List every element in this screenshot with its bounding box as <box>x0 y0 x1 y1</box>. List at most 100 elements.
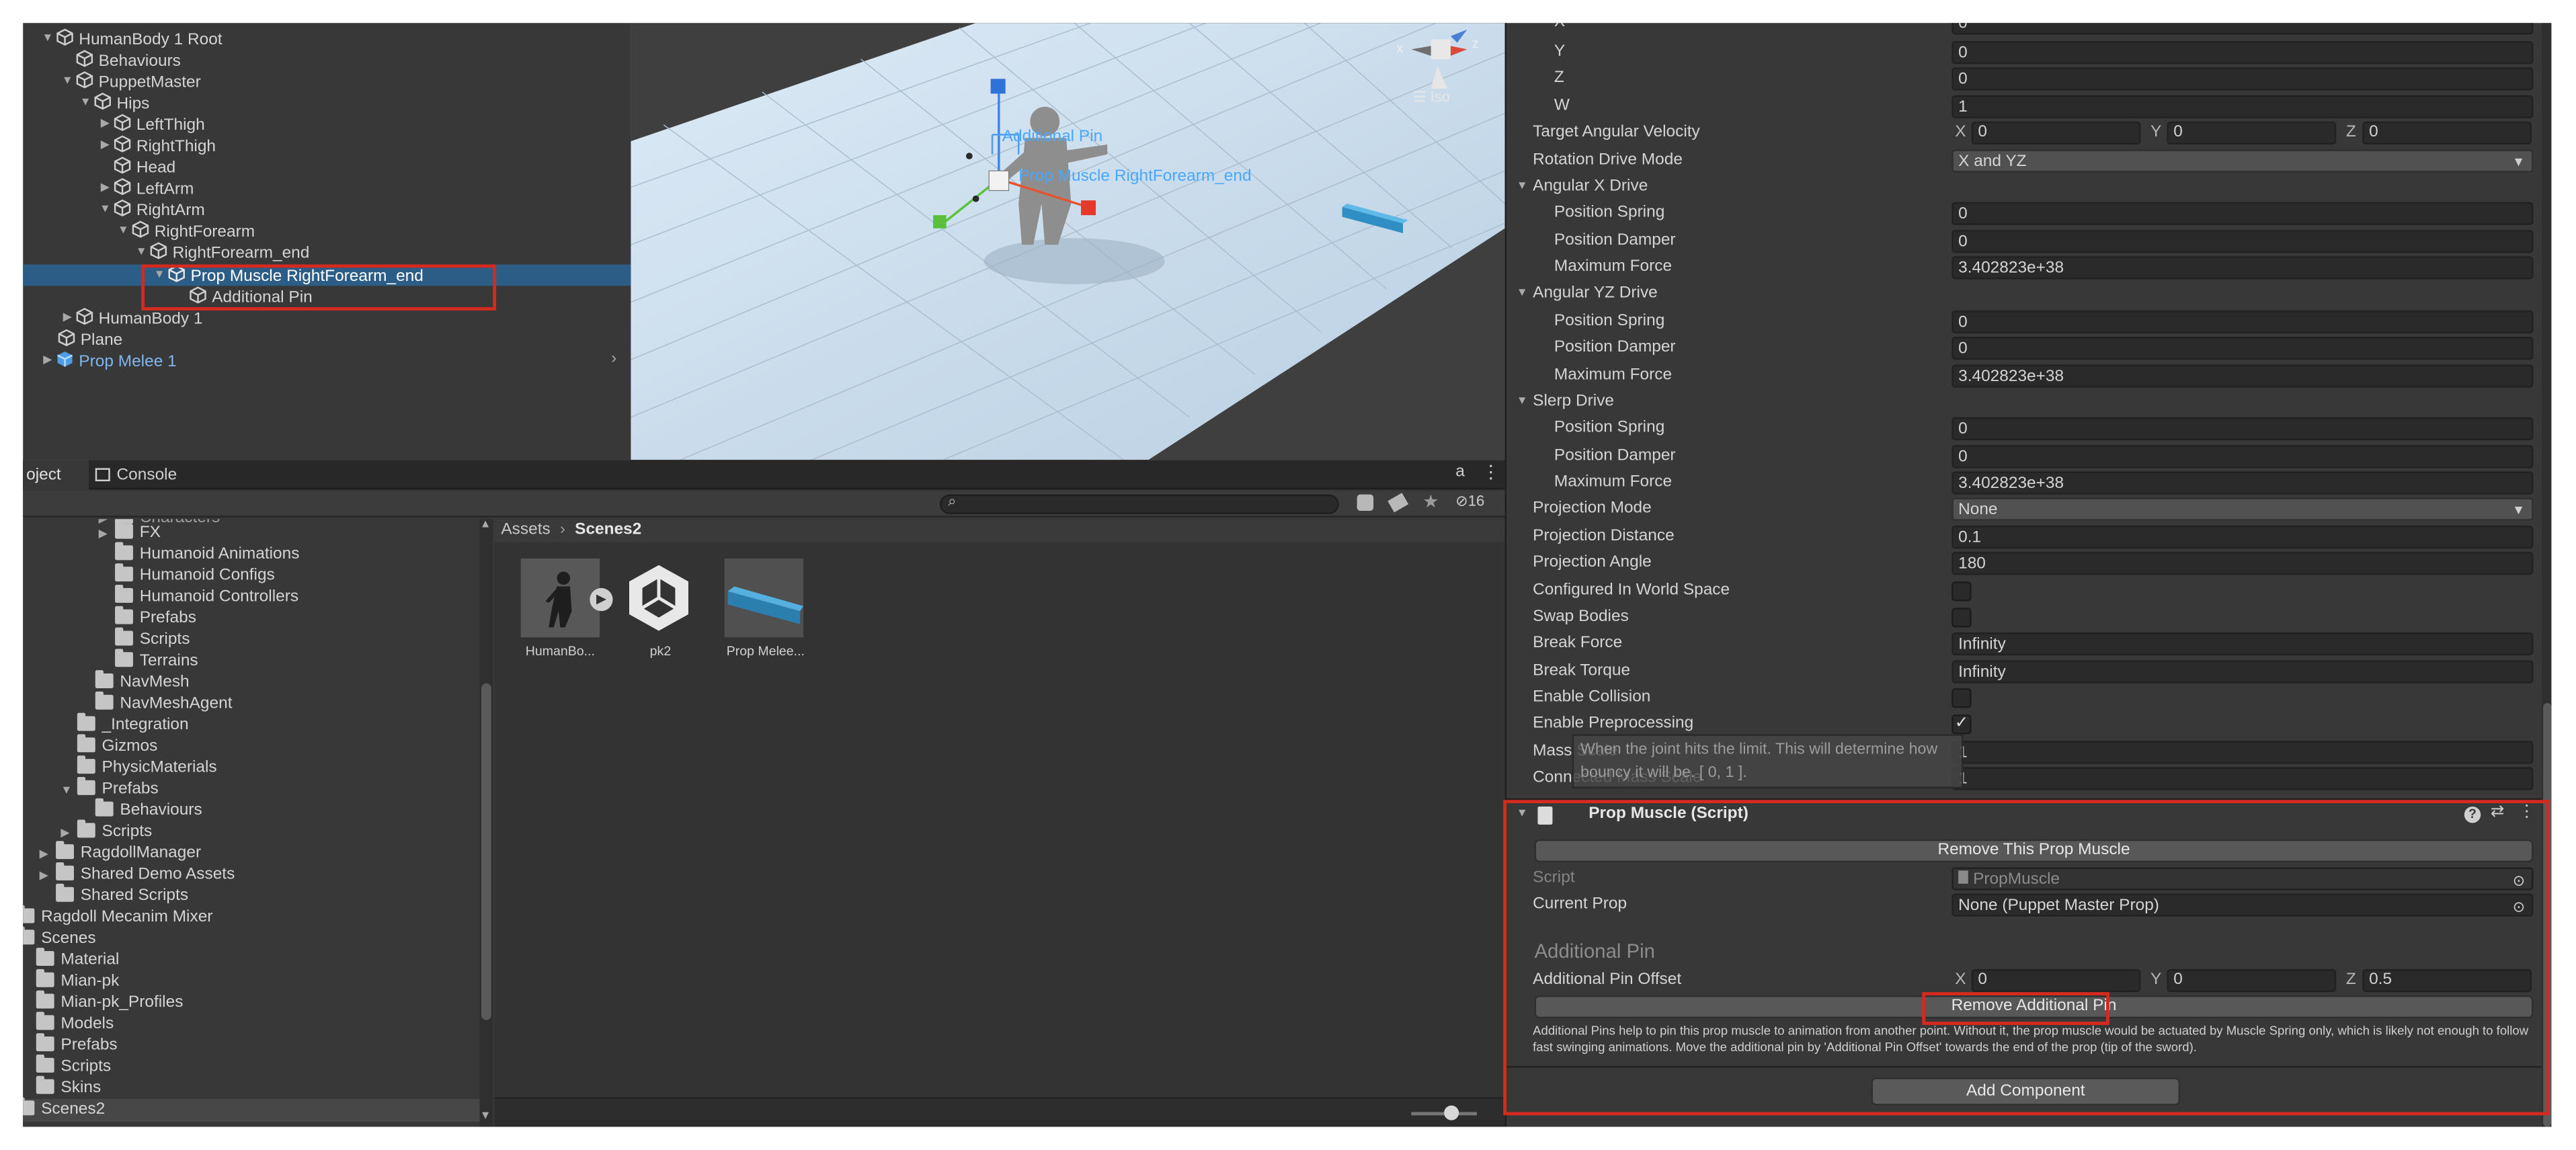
maximum-force-field[interactable]: 3.402823e+38 <box>1951 471 2534 495</box>
projection-mode-dropdown[interactable]: None ▼ <box>1951 497 2534 521</box>
folder-item[interactable]: Shared Scripts <box>56 883 188 908</box>
vector-x[interactable]: X0 <box>1955 121 2141 145</box>
position-damper-field[interactable]: 0 <box>1951 336 2534 360</box>
filter-label-icon[interactable] <box>1387 493 1409 513</box>
vector-y-field[interactable]: 0 <box>2167 121 2337 145</box>
folder-item[interactable]: Terrains <box>115 649 198 673</box>
connected-mass-scale-field[interactable]: 1 <box>1951 767 2534 790</box>
enable-preprocessing-checkbox[interactable]: ✓ <box>1951 714 1972 735</box>
folder-item[interactable]: Mian-pk_Profiles <box>36 990 183 1015</box>
hierarchy-item-rightforearm[interactable]: ▼ RightForearm <box>115 220 255 241</box>
maximum-force-field[interactable]: 3.402823e+38 <box>1951 364 2534 388</box>
folder-item[interactable]: ▶ Scripts <box>61 819 152 844</box>
projection-angle-field[interactable]: 180 <box>1951 552 2534 575</box>
folder-item[interactable]: Models <box>36 1012 114 1036</box>
orientation-gizmo[interactable] <box>1395 23 1494 97</box>
chevron-down-icon[interactable]: ▼ <box>97 199 113 220</box>
chevron-down-icon[interactable]: ▼ <box>1517 389 1528 415</box>
folder-item[interactable]: Gizmos <box>77 734 157 759</box>
folder-item[interactable]: ▶ Shared Demo Assets <box>40 862 235 889</box>
projection-distance-field[interactable]: 0.1 <box>1951 526 2534 549</box>
maximum-force-field[interactable]: 3.402823e+38 <box>1951 256 2534 280</box>
hidden-packages-toggle[interactable]: ⊘16 <box>1455 493 1484 511</box>
folder-item[interactable]: NavMesh <box>95 670 190 695</box>
position-spring-field[interactable]: 0 <box>1951 202 2534 225</box>
vector-z-field[interactable]: 0 <box>2362 121 2532 145</box>
position-spring-field[interactable]: 0 <box>1951 310 2534 334</box>
hierarchy-item-rightthigh[interactable]: ▶ RightThigh <box>97 134 216 156</box>
hierarchy-item-root[interactable]: ▼ HumanBody 1 Root <box>40 28 223 50</box>
breadcrumb-assets[interactable]: Assets <box>501 521 550 539</box>
chevron-right-icon[interactable]: › <box>611 350 616 368</box>
vector-y[interactable]: Y0 <box>2150 121 2337 145</box>
folder-item[interactable]: Behaviours <box>95 798 202 823</box>
angular-x-drive-header[interactable]: ▼ Angular X Drive <box>1506 174 2551 200</box>
folder-item-selected[interactable]: Scenes2 <box>23 1097 105 1122</box>
chevron-down-icon[interactable]: ▼ <box>1517 281 1528 307</box>
swap-bodies-checkbox[interactable] <box>1951 608 1972 628</box>
folder-item[interactable]: Prefabs <box>36 1033 118 1058</box>
folder-item[interactable]: Ragdoll Mecanim Mixer <box>23 905 212 930</box>
configured-in-world-space-checkbox[interactable] <box>1951 581 1972 602</box>
more-options-icon[interactable]: ⋮ <box>1482 462 1500 483</box>
tab-project[interactable]: oject <box>23 460 89 491</box>
quat-y-field[interactable]: 0 <box>1951 41 2534 65</box>
chevron-down-icon[interactable]: ▼ <box>59 71 75 92</box>
scroll-up-icon[interactable]: ▲ <box>480 519 491 530</box>
expand-asset-icon[interactable]: ▶ <box>590 587 613 612</box>
vector-z[interactable]: Z0 <box>2346 121 2532 145</box>
hierarchy-item-head[interactable]: Head <box>114 156 175 177</box>
chevron-right-icon[interactable]: ▶ <box>97 114 113 135</box>
folder-item[interactable]: Prefabs <box>115 606 196 630</box>
scroll-thumb[interactable] <box>481 683 491 1020</box>
mass-scale-field[interactable]: 1 <box>1951 741 2534 764</box>
chevron-down-icon[interactable]: ▼ <box>61 780 77 803</box>
hierarchy-item-rightarm[interactable]: ▼ RightArm <box>97 199 205 220</box>
scroll-down-icon[interactable]: ▼ <box>480 1110 491 1122</box>
hierarchy-item-plane[interactable]: Plane <box>58 329 122 350</box>
hierarchy-item-hips[interactable]: ▼ Hips <box>77 92 149 114</box>
folder-item[interactable]: Humanoid Configs <box>115 563 275 588</box>
folder-item[interactable]: Humanoid Controllers <box>115 585 298 609</box>
folder-tree-scrollbar[interactable]: ▲ ▼ <box>479 519 493 1127</box>
breadcrumb-current[interactable]: Scenes2 <box>575 521 641 539</box>
asset-tile-humanbody[interactable]: HumanBo... <box>520 558 600 677</box>
asset-tile-prop-melee[interactable]: Prop Melee... <box>724 558 807 677</box>
search-input[interactable]: ⌕ <box>939 493 1339 514</box>
favorite-star-icon[interactable]: ★ <box>1422 491 1439 512</box>
break-force-field[interactable]: Infinity <box>1951 632 2534 656</box>
folder-item[interactable]: _Integration <box>77 712 189 737</box>
chevron-down-icon[interactable]: ▼ <box>77 92 93 114</box>
hierarchy-item-puppetmaster[interactable]: ▼ PuppetMaster <box>59 71 201 92</box>
folder-item[interactable]: Skins <box>36 1075 101 1100</box>
quat-w-field[interactable]: 1 <box>1951 95 2534 118</box>
chevron-right-icon[interactable]: ▶ <box>97 177 113 199</box>
filter-type-icon[interactable] <box>1357 494 1374 511</box>
position-damper-field[interactable]: 0 <box>1951 445 2534 468</box>
scene-view[interactable]: Additional Pin Prop Muscle RightForearm_… <box>631 23 1505 460</box>
folder-item[interactable]: Scripts <box>36 1054 111 1079</box>
chevron-right-icon[interactable]: ▶ <box>40 866 56 889</box>
chevron-right-icon[interactable]: ▶ <box>99 524 115 547</box>
chevron-down-icon[interactable]: ▼ <box>40 28 56 50</box>
quat-z-field[interactable]: 0 <box>1951 67 2534 91</box>
asset-tile-pk2[interactable]: pk2 <box>619 559 701 677</box>
chevron-down-icon[interactable]: ▼ <box>1517 174 1528 200</box>
vector-x-field[interactable]: 0 <box>1971 121 2141 145</box>
folder-item[interactable]: Mian-pk <box>36 969 119 993</box>
chevron-right-icon[interactable]: ▶ <box>59 307 75 329</box>
folder-item[interactable]: NavMeshAgent <box>95 691 233 716</box>
folder-item[interactable]: ▶ RagdollManager <box>40 841 201 866</box>
hierarchy-item-behaviours[interactable]: Behaviours <box>75 49 181 71</box>
position-spring-field[interactable]: 0 <box>1951 417 2534 440</box>
folder-item[interactable]: PhysicMaterials <box>77 755 217 780</box>
rotation-drive-mode-dropdown[interactable]: X and YZ ▼ <box>1951 149 2534 173</box>
hierarchy-item-leftarm[interactable]: ▶ LeftArm <box>97 177 194 199</box>
chevron-right-icon[interactable]: ▶ <box>40 350 56 372</box>
tab-console[interactable]: Console <box>95 460 177 491</box>
lock-icon[interactable]: a <box>1455 463 1465 481</box>
folder-item[interactable]: ▶ FX <box>99 520 161 547</box>
enable-collision-checkbox[interactable] <box>1951 688 1972 708</box>
chevron-down-icon[interactable]: ▼ <box>133 241 149 263</box>
zoom-slider-thumb[interactable] <box>1444 1105 1459 1120</box>
